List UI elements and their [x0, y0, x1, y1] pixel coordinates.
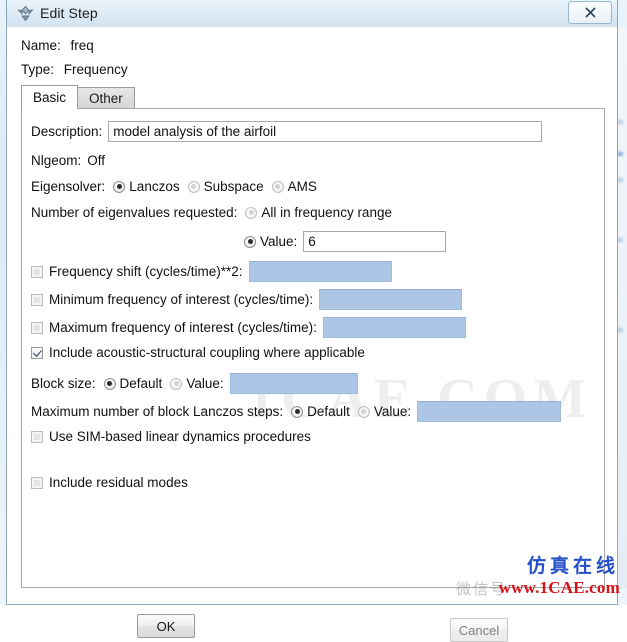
nlgeom-label: Nlgeom:: [31, 153, 82, 168]
frequency-shift-row: Frequency shift (cycles/time)**2:: [31, 261, 392, 282]
dialog-body: Name: freq Type: Frequency Basic Other 1C…: [7, 27, 617, 642]
radio-lanczos-label: Lanczos: [129, 179, 180, 194]
name-label: Name:: [21, 38, 61, 53]
frequency-shift-label: Frequency shift (cycles/time)**2:: [49, 264, 243, 279]
type-label: Type:: [21, 62, 55, 77]
nlgeom-row: Nlgeom: Off: [31, 153, 105, 168]
tabstrip: Basic Other: [21, 85, 135, 109]
minimum-frequency-row: Minimum frequency of interest (cycles/ti…: [31, 289, 463, 310]
name-row: Name: freq: [21, 38, 94, 53]
eigenvalues-value-input[interactable]: [303, 231, 447, 252]
cancel-button[interactable]: Cancel: [450, 618, 508, 642]
checkbox-acoustic-coupling[interactable]: [31, 346, 43, 359]
abaqus-diamond-icon: [17, 5, 34, 22]
name-value: freq: [70, 38, 94, 53]
description-row: Description:: [31, 121, 543, 142]
max-lanczos-steps-row: Maximum number of block Lanczos steps: D…: [31, 401, 562, 422]
block-size-input[interactable]: [229, 373, 358, 394]
radio-max-steps-value[interactable]: [357, 405, 370, 418]
basic-tab-panel: 1CAE.COM Description: Nlgeom: Off Eigens…: [21, 108, 605, 588]
num-eigenvalues-row: Number of eigenvalues requested: All in …: [31, 205, 392, 220]
radio-block-size-value-label: Value:: [186, 376, 224, 391]
type-value: Frequency: [63, 62, 128, 77]
residual-modes-label: Include residual modes: [49, 475, 188, 490]
radio-max-steps-value-label: Value:: [373, 404, 412, 419]
block-size-label: Block size:: [31, 376, 96, 391]
radio-ams[interactable]: [271, 180, 284, 193]
radio-all-in-frequency-range-label: All in frequency range: [261, 205, 392, 220]
dialog-button-bar: OK Cancel: [7, 597, 619, 642]
checkbox-maximum-frequency[interactable]: [31, 321, 43, 334]
radio-subspace[interactable]: [187, 180, 200, 193]
tab-basic[interactable]: Basic: [21, 85, 79, 109]
checkbox-frequency-shift[interactable]: [31, 265, 43, 278]
acoustic-coupling-row: Include acoustic-structural coupling whe…: [31, 345, 365, 360]
checkbox-residual-modes[interactable]: [31, 476, 43, 489]
watermark-brand-cn: 仿真在线: [526, 555, 619, 577]
radio-subspace-label: Subspace: [203, 179, 264, 194]
max-lanczos-steps-input[interactable]: [417, 401, 562, 422]
close-button[interactable]: [568, 1, 612, 24]
checkbox-minimum-frequency[interactable]: [31, 293, 43, 306]
radio-lanczos[interactable]: [113, 180, 126, 193]
dialog-title: Edit Step: [40, 5, 98, 21]
acoustic-coupling-label: Include acoustic-structural coupling whe…: [49, 345, 365, 360]
edit-step-dialog: Edit Step Name: freq Type: Frequency Bas…: [6, 0, 618, 642]
maximum-frequency-input[interactable]: [322, 317, 466, 338]
num-eigenvalues-label: Number of eigenvalues requested:: [31, 205, 238, 220]
radio-max-steps-default[interactable]: [291, 405, 304, 418]
eigensolver-row: Eigensolver: Lanczos Subspace AMS: [31, 179, 317, 194]
minimum-frequency-input[interactable]: [319, 289, 463, 310]
maximum-frequency-row: Maximum frequency of interest (cycles/ti…: [31, 317, 466, 338]
radio-eigenvalues-value-label: Value:: [260, 234, 298, 249]
residual-modes-row: Include residual modes: [31, 475, 188, 490]
eigensolver-label: Eigensolver:: [31, 179, 106, 194]
tab-other[interactable]: Other: [77, 87, 135, 109]
radio-all-in-frequency-range[interactable]: [245, 206, 258, 219]
maximum-frequency-label: Maximum frequency of interest (cycles/ti…: [49, 320, 317, 335]
radio-eigenvalues-value[interactable]: [244, 235, 256, 248]
frequency-shift-input[interactable]: [248, 261, 392, 282]
radio-block-size-default[interactable]: [103, 377, 116, 390]
description-label: Description:: [31, 124, 103, 139]
sim-based-row: Use SIM-based linear dynamics procedures: [31, 429, 311, 444]
num-eigenvalues-value-row: Value:: [244, 231, 447, 252]
nlgeom-value: Off: [87, 153, 106, 168]
sim-based-label: Use SIM-based linear dynamics procedures: [49, 429, 311, 444]
minimum-frequency-label: Minimum frequency of interest (cycles/ti…: [49, 292, 314, 307]
radio-block-size-value[interactable]: [170, 377, 183, 390]
checkbox-sim-based[interactable]: [31, 430, 43, 443]
radio-ams-label: AMS: [287, 179, 317, 194]
block-size-row: Block size: Default Value:: [31, 373, 358, 394]
ok-button[interactable]: OK: [137, 614, 195, 638]
watermark-url: www.1CAE.com: [498, 578, 620, 597]
close-icon: [584, 7, 596, 18]
radio-block-size-default-label: Default: [119, 376, 163, 391]
description-input[interactable]: [108, 121, 543, 142]
dialog-titlebar[interactable]: Edit Step: [7, 0, 617, 28]
radio-max-steps-default-label: Default: [307, 404, 350, 419]
max-lanczos-steps-label: Maximum number of block Lanczos steps:: [31, 404, 284, 419]
type-row: Type: Frequency: [21, 62, 128, 77]
